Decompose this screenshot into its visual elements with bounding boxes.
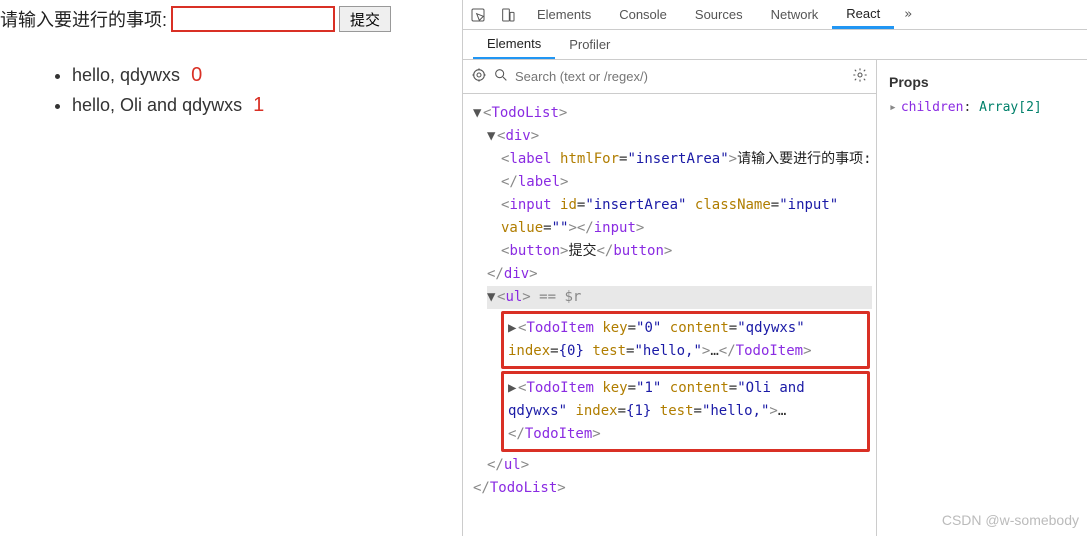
watermark: CSDN @w-somebody xyxy=(942,512,1079,528)
input-form-row: 请输入要进行的事项: 提交 xyxy=(0,6,462,32)
node-todoitem-0[interactable]: TodoItem xyxy=(526,320,593,336)
component-tree[interactable]: ▼<TodoList> ▼<div> <label htmlFor="inser… xyxy=(463,94,876,536)
gear-icon[interactable] xyxy=(852,67,868,87)
chevron-right-icon: ▸ xyxy=(889,100,897,115)
inspect-element-icon[interactable] xyxy=(463,7,493,23)
todo-list: hello, qdywxs 0 hello, Oli and qdywxs 1 xyxy=(56,60,462,120)
props-panel: Props ▸children: Array[2] xyxy=(877,60,1087,536)
submit-button[interactable]: 提交 xyxy=(339,6,391,32)
tab-network[interactable]: Network xyxy=(757,0,833,29)
node-input[interactable]: input xyxy=(509,197,551,213)
subtab-profiler[interactable]: Profiler xyxy=(555,30,624,59)
highlight-box-2: ▶<TodoItem key="1" content="Oli and qdyw… xyxy=(501,371,870,452)
component-tree-panel: ▼<TodoList> ▼<div> <label htmlFor="inser… xyxy=(463,60,877,536)
item-index: 0 xyxy=(191,64,202,86)
react-subtabs: Elements Profiler xyxy=(463,30,1087,60)
app-pane: 请输入要进行的事项: 提交 hello, qdywxs 0 hello, Oli… xyxy=(0,0,462,536)
tabs-overflow-icon[interactable]: » xyxy=(894,7,922,22)
device-toolbar-icon[interactable] xyxy=(493,7,523,23)
input-label: 请输入要进行的事项: xyxy=(0,6,167,32)
prop-children[interactable]: ▸children: Array[2] xyxy=(889,100,1075,115)
node-label[interactable]: label xyxy=(509,151,551,167)
tab-elements[interactable]: Elements xyxy=(523,0,605,29)
todo-input[interactable] xyxy=(171,6,335,32)
devtools-main: ▼<TodoList> ▼<div> <label htmlFor="inser… xyxy=(463,60,1087,536)
tab-sources[interactable]: Sources xyxy=(681,0,757,29)
highlight-box-1: ▶<TodoItem key="0" content="qdywxs" inde… xyxy=(501,311,870,369)
item-text: hello, qdywxs xyxy=(72,65,180,85)
target-icon[interactable] xyxy=(471,67,487,87)
list-item[interactable]: hello, qdywxs 0 xyxy=(72,60,462,90)
list-item[interactable]: hello, Oli and qdywxs 1 xyxy=(72,90,462,120)
props-title: Props xyxy=(889,74,1075,90)
node-button[interactable]: button xyxy=(509,243,560,259)
search-icon xyxy=(493,67,509,87)
node-div[interactable]: div xyxy=(505,128,530,144)
item-text: hello, Oli and qdywxs xyxy=(72,95,242,115)
tab-react[interactable]: React xyxy=(832,0,894,29)
node-todoitem-1[interactable]: TodoItem xyxy=(526,380,593,396)
node-todolist[interactable]: TodoList xyxy=(491,105,558,121)
devtools: Elements Console Sources Network React »… xyxy=(462,0,1087,536)
tab-console[interactable]: Console xyxy=(605,0,681,29)
search-row xyxy=(463,60,876,94)
node-ul-selected[interactable]: ▼<ul> == $r xyxy=(487,286,872,309)
devtools-tab-bar: Elements Console Sources Network React » xyxy=(463,0,1087,30)
subtab-elements[interactable]: Elements xyxy=(473,30,555,59)
item-index: 1 xyxy=(253,94,264,116)
search-input[interactable] xyxy=(515,65,846,89)
